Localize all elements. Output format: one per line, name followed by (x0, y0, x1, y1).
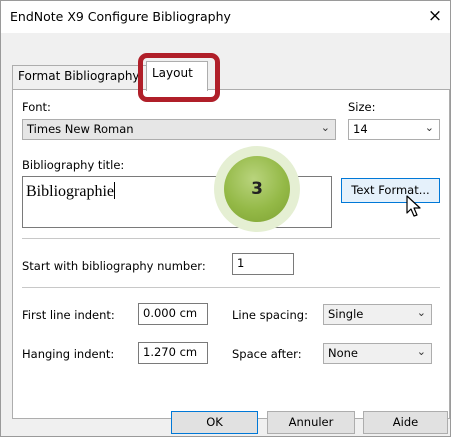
bibliography-title-value: Bibliographie (26, 183, 114, 200)
step-number: 3 (224, 156, 290, 222)
start-number-label: Start with bibliography number: (22, 259, 206, 273)
tab-format-bibliography-label: Format Bibliography (18, 69, 140, 83)
tab-highlight-annotation (138, 53, 220, 102)
chevron-down-icon: ⌄ (416, 345, 426, 358)
hanging-indent-value: 1.270 cm (143, 345, 198, 359)
text-caret (113, 182, 115, 199)
font-select[interactable]: Times New Roman ⌄ (22, 119, 336, 140)
ok-button[interactable]: OK (171, 411, 258, 434)
step-badge: 3 (214, 146, 300, 232)
chevron-down-icon: ⌄ (416, 306, 426, 319)
space-after-value: None (328, 346, 359, 360)
line-spacing-label: Line spacing: (232, 308, 308, 322)
hanging-indent-input[interactable]: 1.270 cm (138, 342, 208, 364)
text-format-button[interactable]: Text Format... (341, 178, 440, 203)
line-spacing-value: Single (328, 307, 364, 321)
bibliography-title-label: Bibliography title: (22, 158, 125, 172)
first-line-indent-input[interactable]: 0.000 cm (138, 303, 208, 325)
size-select[interactable]: 14 ⌄ (348, 119, 440, 140)
font-value: Times New Roman (27, 122, 134, 136)
window-title: EndNote X9 Configure Bibliography (10, 9, 231, 24)
tab-format-bibliography[interactable]: Format Bibliography (12, 65, 147, 89)
mouse-pointer-icon (406, 195, 421, 217)
size-label: Size: (348, 100, 376, 114)
hanging-indent-label: Hanging indent: (22, 347, 115, 361)
space-after-label: Space after: (232, 347, 302, 361)
start-number-input[interactable]: 1 (232, 253, 294, 275)
space-after-select[interactable]: None ⌄ (323, 343, 432, 364)
start-number-value: 1 (237, 256, 245, 270)
help-button[interactable]: Aide (363, 411, 448, 434)
chevron-down-icon: ⌄ (424, 121, 434, 134)
separator (22, 238, 440, 239)
configure-bibliography-dialog: EndNote X9 Configure Bibliography × Form… (0, 0, 451, 437)
first-line-indent-label: First line indent: (22, 308, 115, 322)
separator (22, 287, 440, 288)
font-label: Font: (22, 100, 51, 114)
cancel-button[interactable]: Annuler (267, 411, 355, 434)
line-spacing-select[interactable]: Single ⌄ (323, 304, 432, 325)
close-icon[interactable]: × (424, 4, 446, 28)
title-bar: EndNote X9 Configure Bibliography × (1, 1, 450, 33)
first-line-indent-value: 0.000 cm (143, 306, 198, 320)
size-value: 14 (353, 122, 368, 136)
chevron-down-icon: ⌄ (320, 121, 330, 134)
